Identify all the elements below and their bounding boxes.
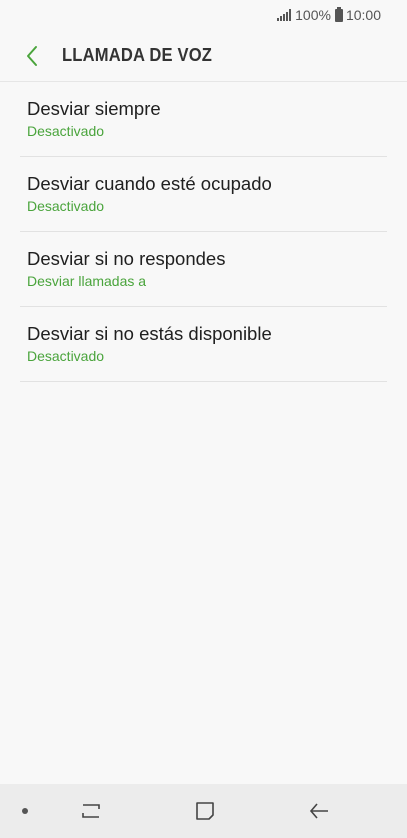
nav-dot-icon	[22, 808, 28, 814]
list-item-subtitle: Desactivado	[27, 348, 105, 364]
list-item-title: Desviar cuando esté ocupado	[27, 173, 272, 194]
status-bar: 100% 10:00	[0, 0, 407, 30]
status-time: 10:00	[345, 7, 381, 23]
battery-percent: 100%	[295, 7, 331, 23]
settings-list: Desviar siempre Desactivado Desviar cuan…	[20, 82, 387, 382]
home-button[interactable]	[190, 797, 220, 825]
recent-apps-button[interactable]	[76, 797, 106, 825]
list-item-title: Desviar si no estás disponible	[27, 323, 272, 344]
back-button[interactable]	[6, 30, 58, 81]
back-icon	[309, 803, 328, 819]
list-item-subtitle: Desviar llamadas a	[27, 273, 147, 289]
signal-icon	[277, 9, 292, 21]
battery-icon	[334, 6, 343, 22]
phone-screen: 100% 10:00 LLAMADA DE VOZ Desviar siempr…	[0, 0, 407, 838]
list-item-title: Desviar si no respondes	[27, 248, 226, 269]
navigation-bar	[0, 784, 407, 838]
list-item-desviar-ocupado[interactable]: Desviar cuando esté ocupado Desactivado	[20, 157, 387, 232]
chevron-left-icon	[27, 45, 37, 66]
list-item-desviar-siempre[interactable]: Desviar siempre Desactivado	[20, 82, 387, 157]
home-icon	[196, 802, 214, 820]
list-item-subtitle: Desactivado	[27, 198, 105, 214]
list-item-desviar-no-disponible[interactable]: Desviar si no estás disponible Desactiva…	[20, 307, 387, 382]
page-title: LLAMADA DE VOZ	[62, 45, 213, 65]
list-item-desviar-no-respondes[interactable]: Desviar si no respondes Desviar llamadas…	[20, 232, 387, 307]
list-item-title: Desviar siempre	[27, 98, 161, 119]
list-item-subtitle: Desactivado	[27, 123, 105, 139]
recent-apps-icon	[82, 804, 100, 818]
system-back-button[interactable]	[304, 797, 334, 825]
app-header: LLAMADA DE VOZ	[0, 30, 407, 82]
